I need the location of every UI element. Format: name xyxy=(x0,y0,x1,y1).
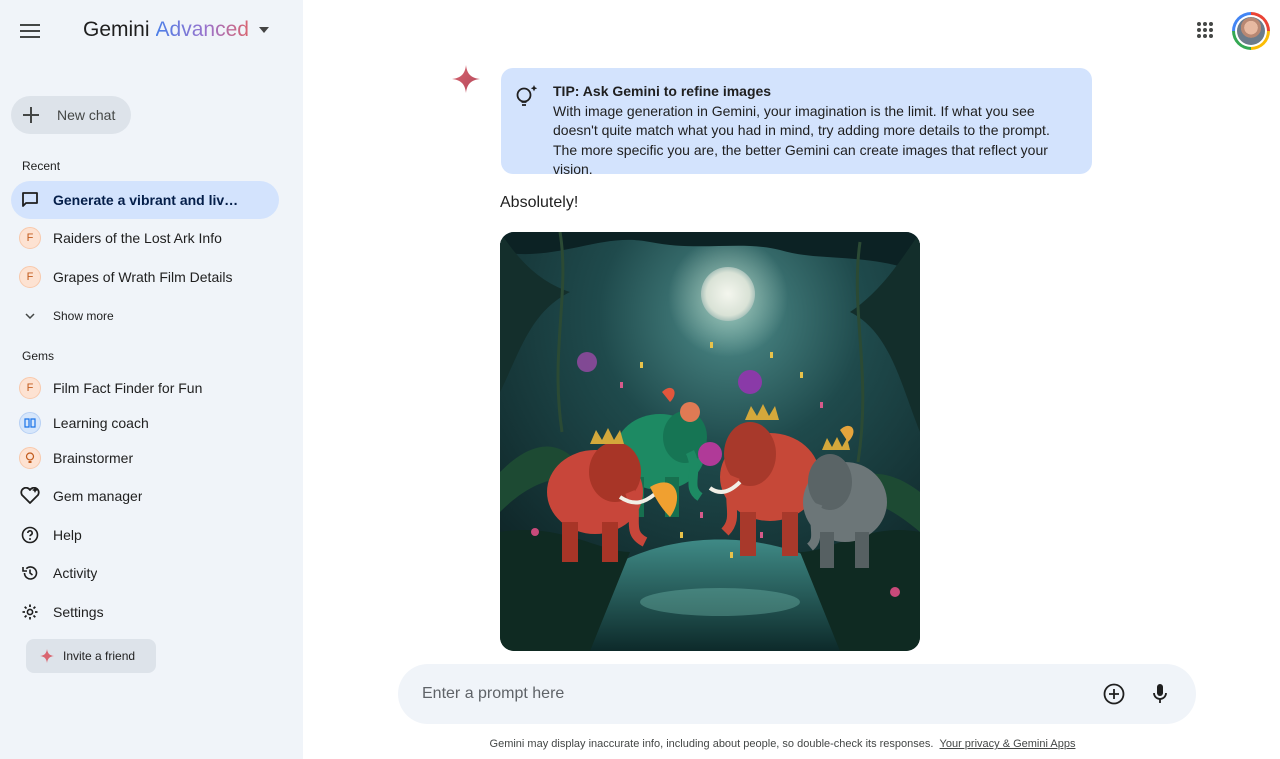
add-circle-icon xyxy=(1103,683,1125,705)
book-icon xyxy=(19,412,41,434)
settings-item[interactable]: Settings xyxy=(11,593,279,631)
brand-name: Gemini xyxy=(83,18,150,41)
gem-item[interactable]: F Film Fact Finder for Fun xyxy=(11,369,279,407)
google-apps-button[interactable] xyxy=(1193,18,1217,42)
history-icon xyxy=(19,562,41,584)
privacy-link[interactable]: Your privacy & Gemini Apps xyxy=(940,738,1076,750)
caret-down-icon xyxy=(258,27,269,33)
recent-chat-item[interactable]: F Grapes of Wrath Film Details xyxy=(11,258,279,296)
new-chat-button[interactable]: New chat xyxy=(11,96,131,134)
lightbulb-icon xyxy=(19,447,41,469)
chat-bubble-icon xyxy=(19,189,41,211)
brand-tier: Advanced xyxy=(155,18,249,41)
sidebar: Gemini Advanced New chat Recent Generate… xyxy=(0,0,303,759)
apps-grid-icon xyxy=(1197,22,1213,38)
disclaimer: Gemini may display inaccurate info, incl… xyxy=(0,738,1280,750)
gem-item[interactable]: Brainstormer xyxy=(11,439,279,477)
show-more-label: Show more xyxy=(53,309,114,323)
prompt-input[interactable] xyxy=(422,664,1082,724)
gear-icon xyxy=(19,601,41,623)
tip-body: With image generation in Gemini, your im… xyxy=(553,102,1050,178)
microphone-button[interactable] xyxy=(1148,682,1172,706)
account-avatar[interactable] xyxy=(1232,12,1270,50)
main-menu-button[interactable] xyxy=(14,16,46,46)
invite-friend-button[interactable]: Invite a friend xyxy=(26,639,156,673)
gem-label: Brainstormer xyxy=(53,450,134,466)
gem-heart-icon xyxy=(19,485,41,507)
show-more-button[interactable]: Show more xyxy=(11,301,114,331)
recent-chat-item[interactable]: F Raiders of the Lost Ark Info xyxy=(11,219,279,257)
plus-icon xyxy=(21,105,41,125)
response-text: Absolutely! xyxy=(500,194,579,211)
gem-label: Learning coach xyxy=(53,415,149,431)
recent-heading: Recent xyxy=(22,159,61,173)
hamburger-menu-icon xyxy=(20,24,40,38)
recent-chat-label: Raiders of the Lost Ark Info xyxy=(53,230,222,246)
gem-item[interactable]: Learning coach xyxy=(11,404,279,442)
activity-item[interactable]: Activity xyxy=(11,554,279,592)
prompt-bar xyxy=(398,664,1196,724)
gem-badge-icon: F xyxy=(19,266,41,288)
disclaimer-text: Gemini may display inaccurate info, incl… xyxy=(489,738,934,750)
tip-title: TIP: Ask Gemini to refine images xyxy=(553,83,772,99)
gem-badge-icon: F xyxy=(19,377,41,399)
recent-chat-label: Generate a vibrant and livel... xyxy=(53,192,243,208)
gem-label: Film Fact Finder for Fun xyxy=(53,380,203,396)
chevron-down-icon xyxy=(19,313,41,319)
recent-chat-label: Grapes of Wrath Film Details xyxy=(53,269,233,285)
new-chat-label: New chat xyxy=(57,107,116,123)
gem-manager-label: Gem manager xyxy=(53,488,143,504)
sparkle-icon xyxy=(40,649,54,663)
elephants-jungle-illustration xyxy=(500,232,920,651)
avatar-photo xyxy=(1237,17,1265,45)
recent-chat-item[interactable]: Generate a vibrant and livel... xyxy=(11,181,279,219)
lightbulb-tip-icon xyxy=(516,85,538,106)
microphone-icon xyxy=(1153,684,1167,703)
help-icon xyxy=(19,524,41,546)
add-attachment-button[interactable] xyxy=(1102,682,1126,706)
gemini-sparkle-icon xyxy=(452,65,480,93)
activity-label: Activity xyxy=(53,565,98,581)
gem-manager-item[interactable]: Gem manager xyxy=(11,477,279,515)
tip-card: TIP: Ask Gemini to refine images With im… xyxy=(501,68,1092,177)
gems-heading: Gems xyxy=(22,349,55,363)
model-switcher[interactable]: Gemini Advanced xyxy=(83,18,269,42)
settings-label: Settings xyxy=(53,604,104,620)
invite-label: Invite a friend xyxy=(63,649,136,663)
generated-image[interactable] xyxy=(500,232,920,651)
gem-badge-icon: F xyxy=(19,227,41,249)
help-label: Help xyxy=(53,527,82,543)
help-item[interactable]: Help xyxy=(11,516,279,554)
